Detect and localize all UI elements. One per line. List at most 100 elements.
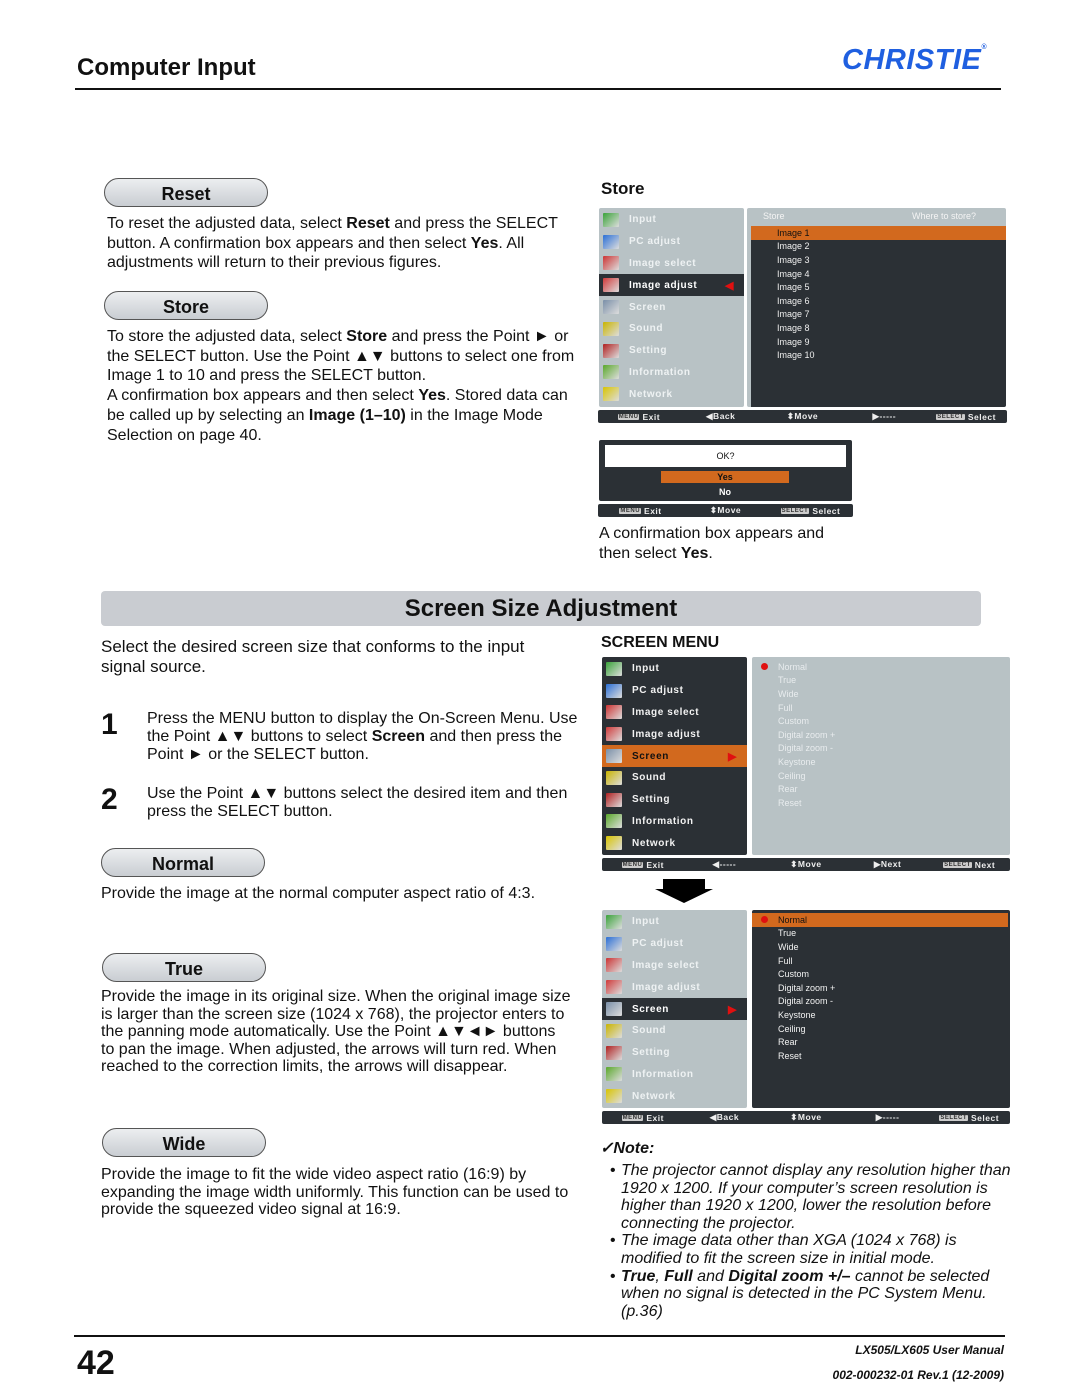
screen-option-normal[interactable]: Normal <box>752 913 1008 927</box>
screen-option-digital-zoom[interactable]: Digital zoom - <box>752 742 1010 756</box>
menu-item-information[interactable]: Information <box>602 1064 747 1086</box>
screen-option-reset[interactable]: Reset <box>752 796 1010 810</box>
menu-item-sound[interactable]: Sound <box>602 1020 747 1042</box>
screen-option-rear[interactable]: Rear <box>752 782 1010 796</box>
menu-item-setting[interactable]: Setting <box>602 1042 747 1064</box>
store-slot-item[interactable]: Image 4 <box>751 267 1006 281</box>
menu-item-pc-adjust[interactable]: PC adjust <box>599 231 744 253</box>
menu-item-sound[interactable]: Sound <box>602 767 747 789</box>
network-icon <box>603 387 619 402</box>
screen-option-normal[interactable]: Normal <box>752 660 1010 674</box>
screen-option-digital-zoom[interactable]: Digital zoom + <box>752 981 1010 995</box>
bold-text: Screen <box>371 727 426 745</box>
menu-item-screen[interactable]: Screen <box>599 296 744 318</box>
store-slot-item[interactable]: Image 3 <box>751 253 1006 267</box>
menu-item-input[interactable]: Input <box>602 658 747 680</box>
screen-option-ceiling[interactable]: Ceiling <box>752 1022 1010 1036</box>
page-number: 42 <box>77 1344 115 1382</box>
footer-hint: MENU Exit <box>598 412 680 422</box>
header-divider <box>75 88 1001 90</box>
menu-item-label: Network <box>629 388 673 400</box>
setting-icon <box>603 343 619 358</box>
menu-item-input[interactable]: Input <box>602 911 747 933</box>
screen-icon <box>603 300 619 315</box>
setting-icon <box>606 792 622 807</box>
arrow-down-icon <box>655 879 713 903</box>
option-label: Normal <box>778 661 808 672</box>
screen-option-custom[interactable]: Custom <box>752 714 1010 728</box>
screen-option-digital-zoom[interactable]: Digital zoom - <box>752 995 1010 1009</box>
option-label: Normal <box>778 914 808 925</box>
sound-icon <box>606 1023 622 1038</box>
menu-item-network[interactable]: Network <box>602 832 747 854</box>
menu-item-image-select[interactable]: Image select <box>602 955 747 977</box>
menu-item-setting[interactable]: Setting <box>599 340 744 362</box>
store-slot-item[interactable]: Image 10 <box>751 348 1006 362</box>
select-key-icon: SELECT <box>936 414 965 421</box>
menu-item-input[interactable]: Input <box>599 209 744 231</box>
manual-title: LX505/LX605 User Manual <box>855 1343 1004 1357</box>
option-label: Reset <box>778 1050 802 1061</box>
menu-item-image-adjust[interactable]: Image adjust ◀ <box>599 274 744 297</box>
screen-option-wide[interactable]: Wide <box>752 940 1010 954</box>
true-text: Provide the image in its original size. … <box>101 988 573 1076</box>
menu-item-image-select[interactable]: Image select <box>602 702 747 724</box>
menu-item-pc-adjust[interactable]: PC adjust <box>602 680 747 702</box>
menu-key-icon: MENU <box>619 508 642 515</box>
menu-item-setting[interactable]: Setting <box>602 789 747 811</box>
no-button[interactable]: No <box>661 486 789 498</box>
menu-item-network[interactable]: Network <box>599 383 744 405</box>
footer-hint-label: ▶----- <box>872 411 897 421</box>
note-list: The projector cannot display any resolut… <box>609 1162 1011 1320</box>
menu-main-panel: Input PC adjust Image select Image adjust Sc… <box>602 910 747 1108</box>
screen-icon <box>606 749 622 764</box>
store-slot-item[interactable]: Image 1 <box>751 226 1006 240</box>
menu-item-label: Image select <box>632 959 700 971</box>
menu-item-information[interactable]: Information <box>599 362 744 384</box>
menu-item-sound[interactable]: Sound <box>599 318 744 340</box>
text-segment: Use the Point ▲▼ buttons select the desi… <box>147 785 568 820</box>
menu-item-network[interactable]: Network <box>602 1085 747 1107</box>
footer-hint-label: ▶----- <box>875 1112 900 1122</box>
screen-option-keystone[interactable]: Keystone <box>752 1008 1010 1022</box>
screen-option-rear[interactable]: Rear <box>752 1035 1010 1049</box>
section-intro: Select the desired screen size that conf… <box>101 637 525 676</box>
menu-item-image-select[interactable]: Image select <box>599 253 744 275</box>
menu-item-screen[interactable]: Screen ▶ <box>602 998 747 1020</box>
store-slot-item[interactable]: Image 2 <box>751 240 1006 254</box>
screen-option-custom[interactable]: Custom <box>752 967 1010 981</box>
screen-option-true[interactable]: True <box>752 927 1010 941</box>
option-label: Rear <box>778 1037 798 1048</box>
menu-item-image-adjust[interactable]: Image adjust <box>602 723 747 745</box>
screen-option-digital-zoom[interactable]: Digital zoom + <box>752 728 1010 742</box>
screen-option-full[interactable]: Full <box>752 701 1010 715</box>
menu-item-screen[interactable]: Screen ▶ <box>602 745 747 767</box>
screen-submenu: Normal True Wide Full Custom Digital zoom + Di… <box>752 657 1010 855</box>
store-slot-item[interactable]: Image 5 <box>751 280 1006 294</box>
menu-item-pc-adjust[interactable]: PC adjust <box>602 933 747 955</box>
bold-text: Digital zoom +/– <box>728 1267 851 1285</box>
confirm-dialog: OK? Yes No <box>599 440 852 501</box>
menu-key-icon: MENU <box>621 1115 644 1122</box>
option-label: Reset <box>778 797 802 808</box>
store-caption: A confirmation box appears and then sele… <box>599 524 839 563</box>
footer-hint-label: Select <box>967 411 996 422</box>
select-key-icon: SELECT <box>780 508 810 515</box>
screen-option-full[interactable]: Full <box>752 954 1010 968</box>
screen-option-reset[interactable]: Reset <box>752 1049 1010 1063</box>
store-slot-item[interactable]: Image 9 <box>751 335 1006 349</box>
screen-option-wide[interactable]: Wide <box>752 687 1010 701</box>
store-slot-item[interactable]: Image 6 <box>751 294 1006 308</box>
screen-option-keystone[interactable]: Keystone <box>752 755 1010 769</box>
screen-option-ceiling[interactable]: Ceiling <box>752 769 1010 783</box>
footer-hint: ⬍Move <box>683 505 768 516</box>
footer-hint: ◀----- <box>684 859 766 870</box>
yes-button[interactable]: Yes <box>661 471 789 483</box>
step-text: Press the MENU button to display the On-… <box>147 710 579 763</box>
store-slot-item[interactable]: Image 7 <box>751 308 1006 322</box>
store-slot-item[interactable]: Image 8 <box>751 321 1006 335</box>
menu-item-image-adjust[interactable]: Image adjust <box>602 976 747 998</box>
screen-option-true[interactable]: True <box>752 674 1010 688</box>
option-label: Digital zoom + <box>778 729 836 740</box>
menu-item-information[interactable]: Information <box>602 811 747 833</box>
